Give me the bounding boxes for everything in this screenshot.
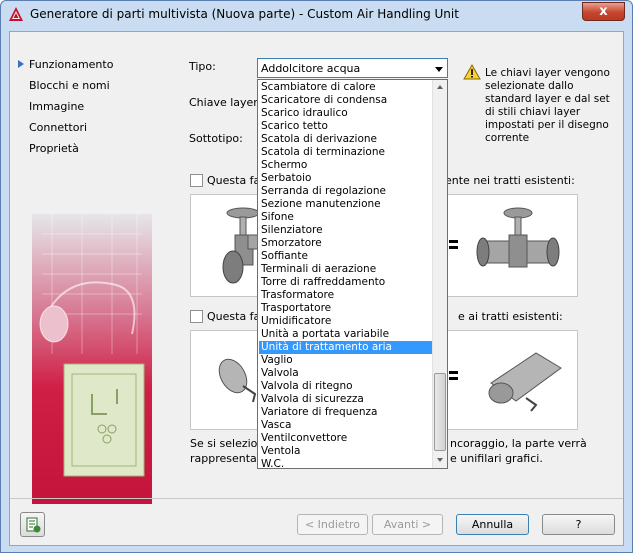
sottotipo-label: Sottotipo: — [189, 132, 243, 145]
layer-key-warning: Le chiavi layer vengono selezionate dall… — [485, 67, 610, 144]
dropdown-option[interactable]: Valvola — [259, 367, 432, 380]
tipo-value: Addolcitore acqua — [261, 62, 361, 75]
dropdown-option[interactable]: Ventilconvettore — [259, 432, 432, 445]
close-icon: x — [599, 4, 608, 19]
nav-item-3[interactable]: Immagine — [29, 100, 84, 113]
checkbox-1-label: Questa fa — [207, 174, 261, 187]
dropdown-option[interactable]: W.C. — [259, 458, 432, 468]
cancel-button[interactable]: Annulla — [456, 514, 529, 535]
dropdown-option[interactable]: Silenziatore — [259, 224, 432, 237]
equals-icon — [449, 240, 458, 249]
equals-icon — [449, 371, 458, 380]
checkbox-1-label-end: ente nei tratti esistenti: — [445, 174, 575, 187]
nav-item-5[interactable]: Proprietà — [29, 142, 79, 155]
dropdown-option[interactable]: Serbatoio — [259, 172, 432, 185]
note-line-2-end: e unifilari grafici. — [450, 452, 543, 465]
chevron-down-icon[interactable] — [435, 67, 443, 72]
back-button[interactable]: < Indietro — [297, 514, 368, 535]
dropdown-option[interactable]: Smorzatore — [259, 237, 432, 250]
chiave-layer-label: Chiave layer: — [189, 96, 262, 109]
dropdown-option[interactable]: Scatola di terminazione — [259, 146, 432, 159]
footer-separator — [10, 498, 623, 499]
dropdown-scrollbar[interactable] — [432, 80, 447, 468]
close-button[interactable]: x — [582, 2, 625, 21]
note-line-1-end: ncoraggio, la parte verrà — [450, 437, 587, 450]
scroll-up-icon[interactable] — [433, 80, 447, 95]
nav-item-4[interactable]: Connettori — [29, 121, 87, 134]
valve-preview-right — [476, 207, 560, 268]
tipo-label: Tipo: — [189, 60, 216, 73]
tank-preview-right — [488, 352, 562, 412]
dropdown-option[interactable]: Variatore di frequenza — [259, 406, 432, 419]
dropdown-option[interactable]: Terminali di aerazione — [259, 263, 432, 276]
dropdown-option[interactable]: Vaglio — [259, 354, 432, 367]
dropdown-option[interactable]: Trasportatore — [259, 302, 432, 315]
help-button[interactable]: ? — [542, 514, 615, 535]
dialog-window: Generatore di parti multivista (Nuova pa… — [0, 0, 633, 553]
dropdown-option[interactable]: Serranda di regolazione — [259, 185, 432, 198]
active-arrow-icon — [18, 60, 24, 68]
dropdown-option[interactable]: Sifone — [259, 211, 432, 224]
document-help-icon — [26, 517, 41, 533]
dropdown-option[interactable]: Schermo — [259, 159, 432, 172]
next-button[interactable]: Avanti > — [372, 514, 443, 535]
dropdown-option[interactable]: Unità di trattamento aria — [259, 341, 432, 354]
dropdown-option[interactable]: Ventola — [259, 445, 432, 458]
warning-icon — [463, 64, 481, 80]
nav-item-1[interactable]: Funzionamento — [29, 58, 113, 71]
autocad-logo-icon — [9, 7, 23, 21]
dropdown-option[interactable]: Scaricatore di condensa — [259, 94, 432, 107]
dropdown-option[interactable]: Valvola di ritegno — [259, 380, 432, 393]
title-bar[interactable]: Generatore di parti multivista (Nuova pa… — [1, 1, 632, 27]
dropdown-option[interactable]: Soffiante — [259, 250, 432, 263]
flow-checkbox-2[interactable] — [190, 310, 203, 323]
window-title: Generatore di parti multivista (Nuova pa… — [30, 7, 459, 21]
note-line-2-start: rappresentat — [190, 452, 262, 465]
dropdown-option[interactable]: Vasca — [259, 419, 432, 432]
checkbox-2-label-end: e ai tratti esistenti: — [458, 310, 563, 323]
tipo-dropdown-list[interactable]: Scambiatore di calore Scaricatore di cond… — [257, 79, 448, 469]
decorative-artwork — [32, 214, 152, 504]
dropdown-option[interactable]: Scatola di derivazione — [259, 133, 432, 146]
dropdown-option[interactable]: Umidificatore — [259, 315, 432, 328]
help-tool-button[interactable] — [20, 512, 45, 537]
scroll-thumb[interactable] — [434, 373, 446, 451]
dropdown-option[interactable]: Sezione manutenzione — [259, 198, 432, 211]
scroll-down-icon[interactable] — [433, 453, 447, 468]
dialog-client: Funzionamento Blocchi e nomi Immagine Conne… — [9, 31, 624, 546]
tipo-combobox[interactable]: Addolcitore acqua — [257, 58, 448, 78]
dropdown-option[interactable]: Scarico tetto — [259, 120, 432, 133]
nav-item-2[interactable]: Blocchi e nomi — [29, 79, 110, 92]
dropdown-option[interactable]: Unità a portata variabile — [259, 328, 432, 341]
dropdown-option[interactable]: Scambiatore di calore — [259, 81, 432, 94]
note-line-1-start: Se si selezion — [190, 437, 265, 450]
dropdown-option[interactable]: Valvola di sicurezza — [259, 393, 432, 406]
dropdown-option[interactable]: Trasformatore — [259, 289, 432, 302]
checkbox-2-label: Questa fa — [207, 310, 261, 323]
dropdown-option[interactable]: Torre di raffreddamento — [259, 276, 432, 289]
dropdown-option[interactable]: Scarico idraulico — [259, 107, 432, 120]
flow-checkbox-1[interactable] — [190, 174, 203, 187]
